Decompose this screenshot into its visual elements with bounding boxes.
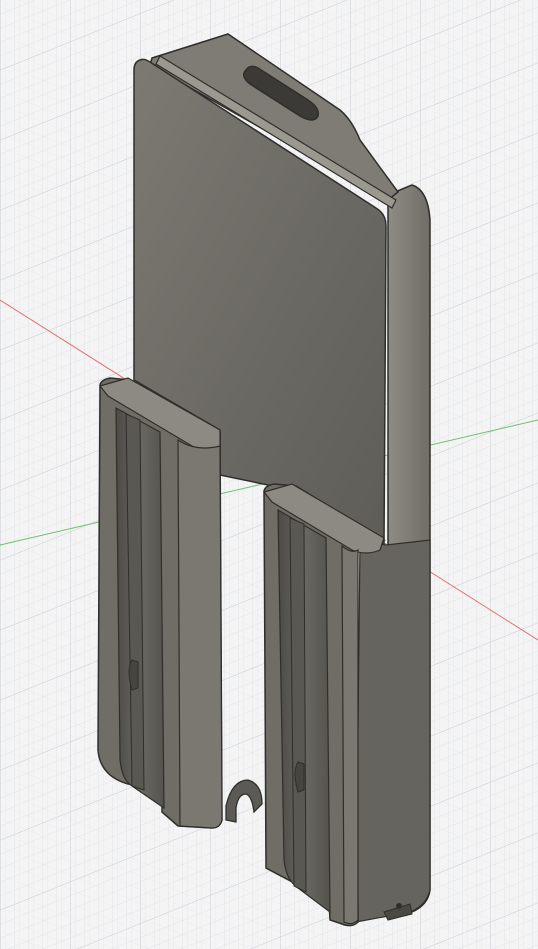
3d-scene[interactable]: [0, 0, 538, 949]
left-clip-side: [177, 438, 223, 829]
right-clip-detent: [294, 761, 305, 793]
cad-viewport[interactable]: [0, 0, 538, 949]
lower-body-right: [355, 539, 431, 923]
bottom-hole: [396, 903, 402, 909]
left-clip-detent: [128, 659, 139, 691]
right-clip-side: [341, 544, 359, 925]
